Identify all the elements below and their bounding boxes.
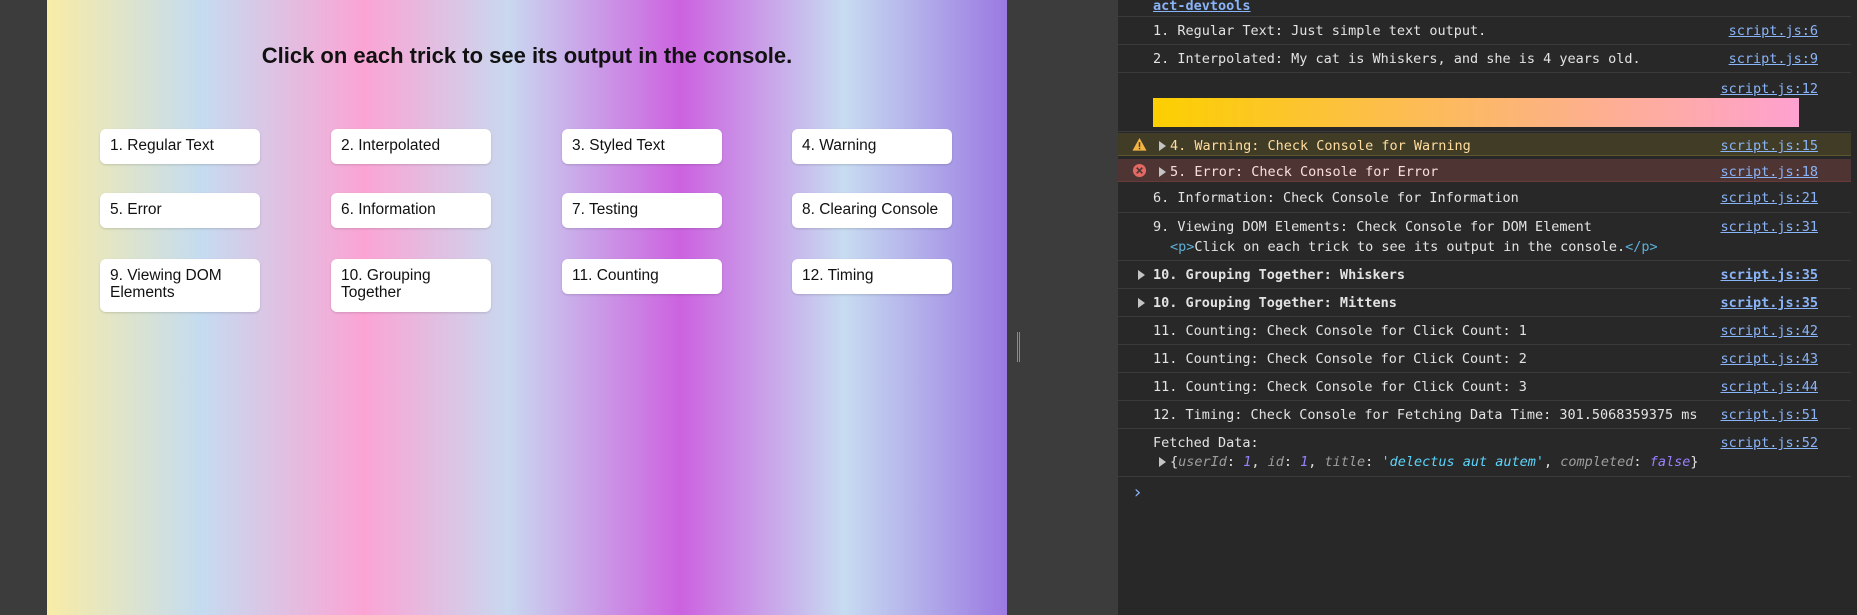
console-row-link: act-devtools	[1118, 0, 1851, 17]
console-row-information: 6. Information: Check Console for Inform…	[1118, 185, 1851, 213]
dom-element-preview[interactable]: <p>Click on each trick to see its output…	[1170, 239, 1658, 255]
source-link[interactable]: script.js:21	[1720, 190, 1818, 206]
drag-handle[interactable]	[1017, 332, 1020, 362]
warning-icon	[1132, 137, 1147, 151]
console-row-interpolated: 2. Interpolated: My cat is Whiskers, and…	[1118, 46, 1851, 73]
source-link[interactable]: script.js:18	[1720, 164, 1818, 180]
brace: {	[1170, 454, 1179, 470]
group-label: 10. Grouping Together: Mittens	[1153, 295, 1397, 311]
console-row-group-whiskers[interactable]: 10. Grouping Together: Whiskers script.j…	[1118, 262, 1851, 289]
log-message: 11. Counting: Check Console for Click Co…	[1153, 323, 1527, 339]
prompt-chevron-icon: ›	[1132, 482, 1143, 503]
log-message: 11. Counting: Check Console for Click Co…	[1153, 379, 1527, 395]
trick-button-viewing-dom-elements[interactable]: 9. Viewing DOM Elements	[100, 259, 260, 312]
trick-button-counting[interactable]: 11. Counting	[562, 259, 722, 294]
log-message: Fetched Data:	[1153, 435, 1259, 451]
object-key: completed	[1560, 454, 1634, 470]
source-link[interactable]: script.js:35	[1720, 295, 1818, 311]
source-link[interactable]: script.js:15	[1720, 138, 1818, 154]
console-row-count-2: 11. Counting: Check Console for Click Co…	[1118, 346, 1851, 373]
source-link[interactable]: script.js:42	[1720, 323, 1818, 339]
trick-button-warning[interactable]: 4. Warning	[792, 129, 952, 164]
web-page: Click on each trick to see its output in…	[47, 0, 1007, 615]
log-message: 9. Viewing DOM Elements: Check Console f…	[1153, 219, 1592, 235]
expand-caret-icon[interactable]	[1159, 141, 1166, 151]
console-row-dom: 9. Viewing DOM Elements: Check Console f…	[1118, 214, 1851, 261]
source-link[interactable]: script.js:44	[1720, 379, 1818, 395]
panel-splitter	[1007, 0, 1118, 615]
source-link[interactable]: script.js:52	[1720, 435, 1818, 451]
console-row-styled: script.js:12	[1118, 74, 1851, 132]
source-link[interactable]: script.js:6	[1729, 23, 1818, 39]
brace: }	[1690, 454, 1699, 470]
trick-button-styled-text[interactable]: 3. Styled Text	[562, 129, 722, 164]
error-icon	[1132, 163, 1147, 178]
object-value: 'delectus aut autem'	[1381, 454, 1544, 470]
group-label: 10. Grouping Together: Whiskers	[1153, 267, 1405, 283]
source-link[interactable]: act-devtools	[1153, 0, 1251, 14]
source-link[interactable]: script.js:12	[1720, 81, 1818, 97]
log-message: 2. Interpolated: My cat is Whiskers, and…	[1153, 51, 1641, 67]
object-preview[interactable]: {userId: 1, id: 1, title: 'delectus aut …	[1170, 454, 1698, 470]
source-link[interactable]: script.js:31	[1720, 219, 1818, 235]
object-value: 1	[1243, 454, 1252, 470]
expand-caret-icon[interactable]	[1159, 167, 1166, 177]
dom-open-tag: <p>	[1170, 239, 1195, 255]
expand-caret-icon[interactable]	[1138, 270, 1145, 280]
dom-text: Click on each trick to see its output in…	[1194, 239, 1626, 255]
console-row-count-1: 11. Counting: Check Console for Click Co…	[1118, 318, 1851, 345]
object-key: userId	[1178, 454, 1227, 470]
object-value: false	[1649, 454, 1691, 470]
expand-caret-icon[interactable]	[1138, 298, 1145, 308]
source-link[interactable]: script.js:9	[1729, 51, 1818, 67]
log-message: 5. Error: Check Console for Error	[1170, 164, 1439, 180]
object-key: id	[1267, 454, 1284, 470]
log-message: 11. Counting: Check Console for Click Co…	[1153, 351, 1527, 367]
log-message: 4. Warning: Check Console for Warning	[1170, 138, 1471, 154]
trick-button-interpolated[interactable]: 2. Interpolated	[331, 129, 491, 164]
trick-button-regular-text[interactable]: 1. Regular Text	[100, 129, 260, 164]
page-title: Click on each trick to see its output in…	[261, 43, 793, 68]
trick-button-testing[interactable]: 7. Testing	[562, 193, 722, 228]
console-row-count-3: 11. Counting: Check Console for Click Co…	[1118, 374, 1851, 401]
trick-button-error[interactable]: 5. Error	[100, 193, 260, 228]
console-row-warning: 4. Warning: Check Console for Warning sc…	[1118, 133, 1851, 156]
object-value: 1	[1300, 454, 1309, 470]
styled-text-banner	[1153, 98, 1799, 127]
console-row-regular: 1. Regular Text: Just simple text output…	[1118, 18, 1851, 45]
trick-button-clearing-console[interactable]: 8. Clearing Console	[792, 193, 952, 228]
devtools-console: act-devtools 1. Regular Text: Just simpl…	[1118, 0, 1857, 615]
source-link[interactable]: script.js:35	[1720, 267, 1818, 283]
trick-button-timing[interactable]: 12. Timing	[792, 259, 952, 294]
expand-caret-icon[interactable]	[1159, 457, 1166, 467]
source-link[interactable]: script.js:43	[1720, 351, 1818, 367]
source-link[interactable]: script.js:51	[1720, 407, 1818, 423]
console-row-error: 5. Error: Check Console for Error script…	[1118, 159, 1851, 182]
dom-close-tag: </p>	[1625, 239, 1658, 255]
log-message: 1. Regular Text: Just simple text output…	[1153, 23, 1487, 39]
console-row-fetched: Fetched Data: script.js:52 {userId: 1, i…	[1118, 430, 1851, 477]
trick-button-information[interactable]: 6. Information	[331, 193, 491, 228]
console-row-group-mittens[interactable]: 10. Grouping Together: Mittens script.js…	[1118, 290, 1851, 317]
log-message: 12. Timing: Check Console for Fetching D…	[1153, 407, 1698, 423]
trick-button-grouping-together[interactable]: 10. Grouping Together	[331, 259, 491, 312]
console-input[interactable]: ›	[1132, 482, 1832, 503]
object-key: title	[1324, 454, 1366, 470]
log-message: 6. Information: Check Console for Inform…	[1153, 190, 1519, 206]
left-gutter	[0, 0, 47, 615]
console-row-timing: 12. Timing: Check Console for Fetching D…	[1118, 402, 1851, 429]
